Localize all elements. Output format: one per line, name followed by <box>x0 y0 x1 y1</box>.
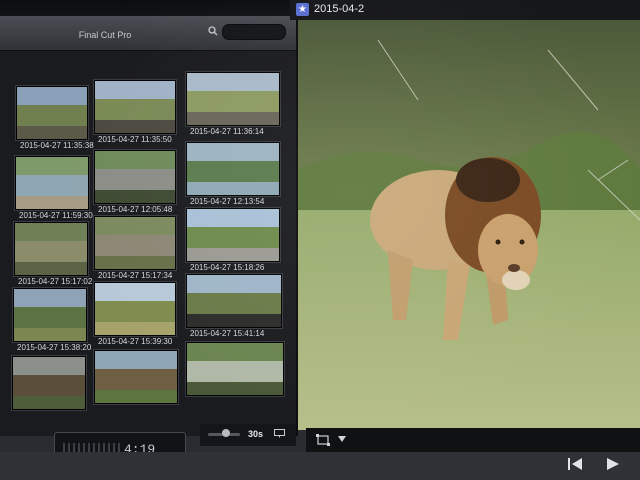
clip-timestamp: 2015-04-27 12:13:54 <box>190 197 265 206</box>
clip-thumbnail[interactable] <box>94 350 178 404</box>
clip-thumbnail[interactable] <box>15 156 89 210</box>
play-icon[interactable] <box>606 458 620 470</box>
clip-timestamp: 2015-04-27 15:17:02 <box>18 277 93 286</box>
clip-item[interactable]: 2015-04-27 11:59:30 <box>15 156 93 222</box>
viewer-canvas[interactable] <box>298 20 640 430</box>
clip-timestamp: 2015-04-27 12:05:48 <box>98 205 173 214</box>
chevron-down-icon[interactable] <box>338 436 346 442</box>
clip-thumbnail[interactable] <box>186 72 280 126</box>
search-icon[interactable] <box>208 26 218 36</box>
clip-timestamp: 2015-04-27 15:41:14 <box>190 329 265 338</box>
clip-thumbnail[interactable] <box>16 86 88 140</box>
clip-timestamp: 2015-04-27 11:59:30 <box>19 211 93 220</box>
clip-thumbnail[interactable] <box>186 274 282 328</box>
clip-item[interactable]: 2015-04-27 11:36:14 <box>186 72 280 138</box>
viewer-clip-date: 2015-04-2 <box>314 3 365 15</box>
clip-item[interactable]: 2015-04-27 11:35:38 <box>16 86 94 152</box>
clip-thumbnail[interactable] <box>94 282 176 336</box>
clip-timestamp: 2015-04-27 15:17:34 <box>98 271 173 280</box>
clip-thumbnail[interactable] <box>186 208 280 262</box>
clip-thumbnail[interactable] <box>94 150 176 204</box>
skip-back-icon[interactable] <box>568 458 584 470</box>
timeline-toolbar <box>0 452 640 480</box>
clip-timestamp: 2015-04-27 11:35:50 <box>98 135 172 144</box>
clip-timestamp: 2015-04-27 11:35:38 <box>20 141 94 150</box>
clip-thumbnail[interactable] <box>94 80 176 134</box>
clip-item[interactable]: 2015-04-27 12:13:54 <box>186 142 280 208</box>
clip-item[interactable]: 2015-04-27 15:18:26 <box>186 208 280 274</box>
clip-thumbnail[interactable] <box>186 142 280 196</box>
clip-zoom-knob[interactable] <box>222 429 230 437</box>
clip-thumbnail[interactable] <box>14 222 88 276</box>
clip-timestamp: 2015-04-27 15:38:20 <box>17 343 92 352</box>
clip-item[interactable]: 2015-04-27 15:41:14 <box>186 274 282 340</box>
app-title: Final Cut Pro <box>78 30 132 40</box>
transform-icon[interactable] <box>316 434 330 446</box>
clip-thumbnail[interactable] <box>94 216 176 270</box>
clip-duration-label[interactable]: 30s <box>248 429 263 439</box>
window-titlebar: Final Cut Pro <box>0 16 296 51</box>
clip-item[interactable]: 2015-04-27 11:35:50 <box>94 80 176 146</box>
clip-item[interactable] <box>12 356 86 422</box>
filmstrip-icon[interactable] <box>274 429 285 438</box>
clip-item[interactable]: 2015-04-27 15:39:30 <box>94 282 176 348</box>
clip-item[interactable] <box>186 342 284 408</box>
clip-item[interactable]: 2015-04-27 15:17:34 <box>94 216 176 282</box>
lion-frame <box>298 20 640 430</box>
clip-timestamp: 2015-04-27 15:18:26 <box>190 263 265 272</box>
clip-timestamp: 2015-04-27 11:36:14 <box>190 127 264 136</box>
star-icon[interactable]: ★ <box>296 3 309 16</box>
clip-item[interactable]: 2015-04-27 15:38:20 <box>13 288 91 354</box>
clip-thumbnail[interactable] <box>186 342 284 396</box>
clip-thumbnail[interactable] <box>13 288 87 342</box>
clip-timestamp: 2015-04-27 15:39:30 <box>98 337 173 346</box>
viewer-toolbar <box>306 428 640 452</box>
clip-item[interactable] <box>94 350 178 416</box>
clip-thumbnail[interactable] <box>12 356 86 410</box>
clip-grid: 2015-04-27 11:35:38 2015-04-27 11:35:50 20… <box>0 56 296 426</box>
clip-item[interactable]: 2015-04-27 15:17:02 <box>14 222 92 288</box>
clip-item[interactable]: 2015-04-27 12:05:48 <box>94 150 176 216</box>
search-input[interactable] <box>222 24 286 40</box>
event-browser: Final Cut Pro 2015-04-27 11:35:38 2015-04… <box>0 16 298 436</box>
